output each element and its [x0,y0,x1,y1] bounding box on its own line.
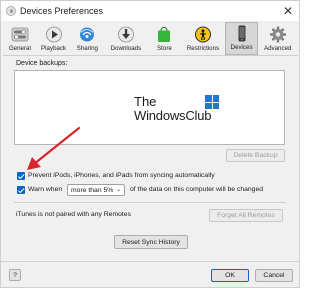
cancel-button[interactable]: Cancel [255,269,293,282]
tab-playback[interactable]: Playback [37,22,71,55]
tab-restrictions-label: Restrictions [186,45,220,52]
forget-all-remotes-button[interactable]: Forget All Remotes [209,209,283,222]
tab-general[interactable]: General [3,22,37,55]
logo-text-line2: WindowsClub [134,108,212,123]
tab-devices[interactable]: Devices [224,22,259,55]
delete-backup-button[interactable]: Delete Backup [226,149,285,162]
warn-when-label: Warn when [28,186,63,193]
help-button[interactable]: ? [9,269,21,281]
prevent-sync-label: Prevent iPods, iPhones, and iPads from s… [28,172,215,179]
play-icon [45,26,62,43]
prevent-sync-checkbox[interactable] [17,172,25,180]
reset-sync-history-button[interactable]: Reset Sync History [114,235,188,249]
tab-general-label: General [8,45,31,52]
tab-store-label: Store [157,45,172,52]
sharing-icon [80,27,95,42]
preferences-toolbar: General Playback Sharing Downloads Store… [3,22,297,55]
phone-icon [238,25,246,42]
tab-downloads[interactable]: Downloads [104,22,147,55]
gear-icon [269,26,286,43]
tab-playback-label: Playback [41,45,67,52]
windows-logo-icon [205,95,219,109]
toggle-switch-icon [11,27,29,42]
toolbar-divider [3,55,298,56]
restrictions-icon [194,26,211,43]
tab-sharing[interactable]: Sharing [70,22,104,55]
section-divider [14,202,286,203]
warn-when-checkbox[interactable] [17,186,25,194]
downloads-icon [117,26,134,43]
store-bag-icon [158,26,171,42]
warn-suffix-label: of the data on this computer will be cha… [130,186,264,193]
warn-threshold-value: more than 5% [71,186,114,194]
annotation-arrow-icon [27,126,81,170]
logo-text-line1: The [134,94,157,109]
devices-preferences-window: Devices Preferences ✕ General Playback S… [0,0,300,288]
itunes-icon [6,6,16,16]
ok-button[interactable]: OK [211,269,249,282]
tab-restrictions[interactable]: Restrictions [181,22,224,55]
watermark-logo: The WindowsClub [134,94,219,124]
device-backups-label: Device backups: [16,60,68,67]
tab-store[interactable]: Store [148,22,182,55]
chevron-down-icon: ⌄ [115,187,121,193]
title-bar: Devices Preferences ✕ [1,1,299,21]
window-title: Devices Preferences [20,6,104,16]
tab-advanced-label: Advanced [263,45,292,52]
tab-downloads-label: Downloads [110,45,142,52]
footer-divider [1,261,299,262]
remotes-status-label: iTunes is not paired with any Remotes [16,211,131,218]
tab-sharing-label: Sharing [76,45,98,52]
tab-devices-label: Devices [230,44,253,51]
warn-threshold-select[interactable]: more than 5% ⌄ [67,184,125,196]
close-button[interactable]: ✕ [281,4,295,18]
tab-advanced[interactable]: Advanced [258,22,297,55]
